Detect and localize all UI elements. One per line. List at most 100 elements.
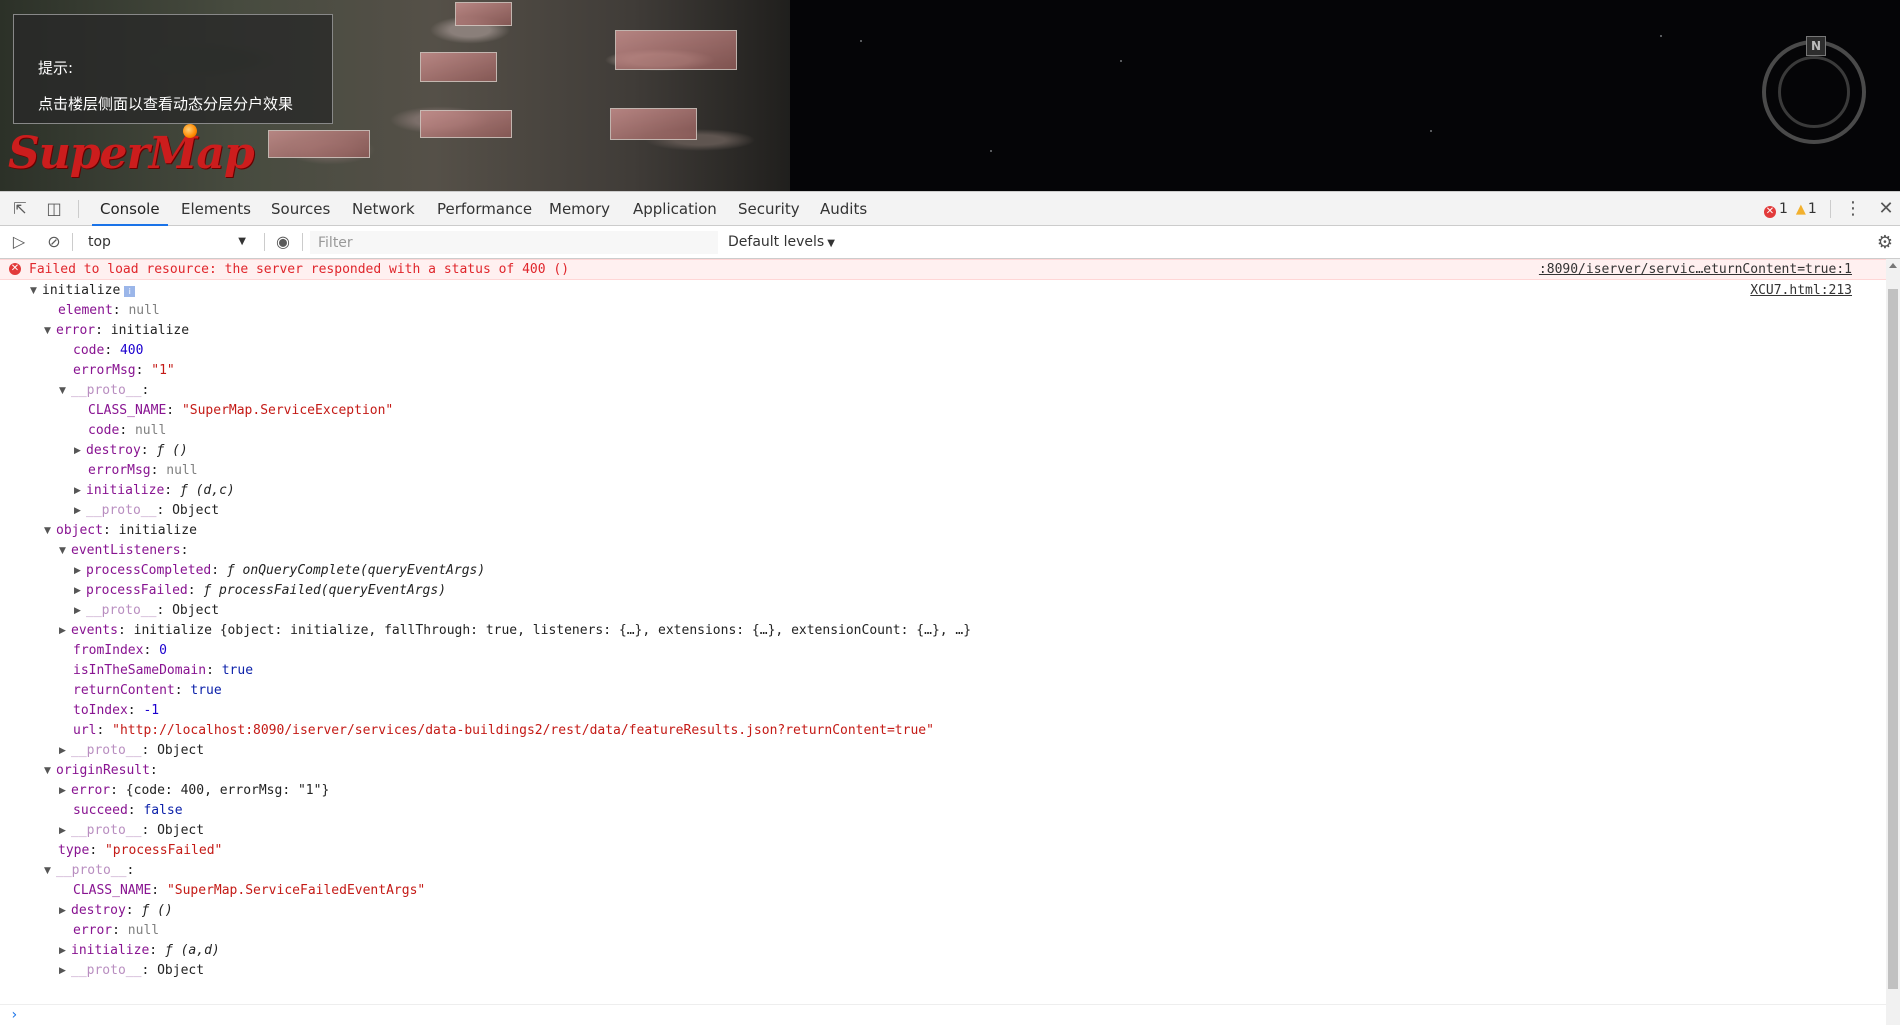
building-roof — [420, 110, 512, 138]
hint-panel: 提示: 点击楼层侧面以查看动态分层分户效果 — [13, 14, 333, 124]
tree-row[interactable]: ▼ error: initialize — [44, 321, 189, 340]
close-devtools-icon[interactable]: ✕ — [1876, 199, 1896, 219]
tree-row[interactable]: ▶ __proto__: Object — [59, 961, 204, 980]
tree-row: CLASS_NAME: "SuperMap.ServiceFailedEvent… — [73, 883, 426, 898]
chevron-down-icon: ▼ — [827, 238, 835, 249]
tab-application[interactable]: Application — [625, 192, 725, 226]
tree-row: code: 400 — [73, 343, 144, 358]
prompt-chevron-icon: › — [10, 1007, 19, 1023]
prop-key: originResult — [56, 763, 150, 778]
triangle-down-icon: ▼ — [44, 326, 51, 336]
toolbar-divider — [78, 200, 79, 218]
tree-row[interactable]: ▶ processCompleted: ƒ onQueryComplete(que… — [74, 561, 485, 580]
compass-control[interactable]: N — [1762, 36, 1866, 144]
console-prompt-input[interactable]: › — [0, 1004, 1886, 1025]
toolbar-divider — [264, 233, 265, 251]
scrollbar-thumb[interactable] — [1888, 289, 1898, 989]
prop-value: 400 — [119, 343, 144, 358]
tab-network[interactable]: Network — [344, 192, 423, 226]
tab-console[interactable]: Console — [92, 192, 168, 226]
prop-value: ƒ processFailed(queryEventArgs) — [203, 583, 447, 598]
prop-value: ƒ (d,c) — [179, 483, 235, 498]
map-viewport[interactable]: 提示: 点击楼层侧面以查看动态分层分户效果 SuperMap N — [0, 0, 1900, 191]
prop-key: processCompleted — [86, 563, 212, 578]
prop-key: element — [58, 303, 113, 318]
error-source-link[interactable]: :8090/iserver/servic…eturnContent=true:1 — [1539, 262, 1852, 277]
tree-row[interactable]: ▶ __proto__: Object — [74, 501, 219, 520]
error-icon: ✕ — [1764, 206, 1776, 218]
tree-row[interactable]: ▶ __proto__: Object — [59, 741, 204, 760]
triangle-down-icon: ▼ — [59, 546, 66, 556]
tab-elements[interactable]: Elements — [173, 192, 259, 226]
triangle-right-icon: ▶ — [74, 506, 81, 516]
tree-row[interactable]: ▶ events: initialize {object: initialize,… — [59, 621, 971, 640]
toolbar-divider — [72, 233, 73, 251]
building-roof — [610, 108, 697, 140]
prop-key: __proto__ — [71, 823, 142, 838]
prop-value: ƒ onQueryComplete(queryEventArgs) — [226, 563, 486, 578]
triangle-right-icon: ▶ — [59, 626, 66, 636]
tree-row[interactable]: ▶ destroy: ƒ () — [59, 901, 173, 920]
clear-console-icon[interactable]: ⊘ — [44, 232, 64, 252]
context-select[interactable]: top ▼ — [82, 230, 252, 254]
tree-row[interactable]: ▶ destroy: ƒ () — [74, 441, 188, 460]
error-message-text: Failed to load resource: the server resp… — [29, 262, 570, 277]
prop-key: succeed — [73, 803, 128, 818]
more-options-icon[interactable]: ⋮ — [1844, 199, 1862, 219]
tree-row: isInTheSameDomain: true — [73, 663, 254, 678]
tree-row[interactable]: ▼ eventListeners: — [59, 541, 188, 560]
prop-value: ƒ () — [156, 443, 188, 458]
console-scrollbar[interactable] — [1886, 259, 1900, 1025]
tab-audits[interactable]: Audits — [812, 192, 875, 226]
triangle-down-icon: ▼ — [44, 526, 51, 536]
show-sidebar-icon[interactable]: ▷ — [9, 232, 29, 252]
prop-value: "http://localhost:8090/iserver/services/… — [112, 723, 934, 738]
error-message-row: ✕ Failed to load resource: the server re… — [0, 259, 1886, 280]
prop-key: code — [73, 343, 105, 358]
building-roof — [615, 30, 737, 70]
prop-key: __proto__ — [71, 383, 142, 398]
tree-row[interactable]: ▶ processFailed: ƒ processFailed(queryEve… — [74, 581, 446, 600]
inspect-element-icon[interactable]: ⇱ — [10, 199, 30, 219]
warning-icon: ▲ — [1795, 202, 1806, 217]
prop-key: __proto__ — [86, 503, 157, 518]
live-expression-eye-icon[interactable]: ◉ — [273, 232, 293, 252]
scroll-up-arrow-icon[interactable] — [1889, 263, 1897, 268]
tree-row[interactable]: ▶ __proto__: Object — [59, 821, 204, 840]
tree-row[interactable]: ▶ initialize: ƒ (d,c) — [74, 481, 235, 500]
prop-key: __proto__ — [86, 603, 157, 618]
prop-key: CLASS_NAME — [73, 883, 152, 898]
tab-sources[interactable]: Sources — [263, 192, 338, 226]
building-roof — [455, 2, 512, 26]
star — [990, 150, 992, 152]
prop-value: null — [128, 303, 160, 318]
prop-key: __proto__ — [56, 863, 127, 878]
filter-input[interactable] — [310, 231, 718, 254]
log-levels-dropdown[interactable]: Default levels ▼ — [728, 230, 835, 254]
gear-icon[interactable]: ⚙ — [1874, 232, 1896, 254]
building-roof — [420, 52, 497, 82]
prop-value: {code: 400, errorMsg: "1"} — [125, 783, 330, 798]
tree-row[interactable]: ▼ originResult: — [44, 761, 158, 780]
triangle-right-icon: ▶ — [74, 586, 81, 596]
compass-north-label[interactable]: N — [1806, 36, 1826, 56]
tree-row[interactable]: ▼ object: initialize — [44, 521, 197, 540]
tab-security[interactable]: Security — [730, 192, 808, 226]
log-source-link[interactable]: XCU7.html:213 — [1750, 283, 1852, 298]
tab-memory[interactable]: Memory — [541, 192, 618, 226]
tab-performance[interactable]: Performance — [429, 192, 540, 226]
triangle-down-icon: ▼ — [44, 866, 51, 876]
device-toolbar-icon[interactable]: ◫ — [44, 199, 64, 219]
console-output[interactable]: ✕ Failed to load resource: the server re… — [0, 259, 1886, 1025]
prop-key: fromIndex — [73, 643, 144, 658]
star — [1120, 60, 1122, 62]
tree-row[interactable]: ▼ __proto__: — [59, 381, 149, 400]
error-count: 1 — [1779, 201, 1788, 217]
tree-row[interactable]: ▼ __proto__: — [44, 861, 134, 880]
issue-counter[interactable]: ✕ 1 ▲ 1 — [1764, 192, 1817, 226]
tree-row[interactable]: ▶ __proto__: Object — [74, 601, 219, 620]
tree-row[interactable]: ▶ error: {code: 400, errorMsg: "1"} — [59, 781, 329, 800]
tree-row-root[interactable]: ▼ initialize i — [30, 281, 136, 300]
building-roof — [268, 130, 370, 158]
tree-row[interactable]: ▶ initialize: ƒ (a,d) — [59, 941, 220, 960]
